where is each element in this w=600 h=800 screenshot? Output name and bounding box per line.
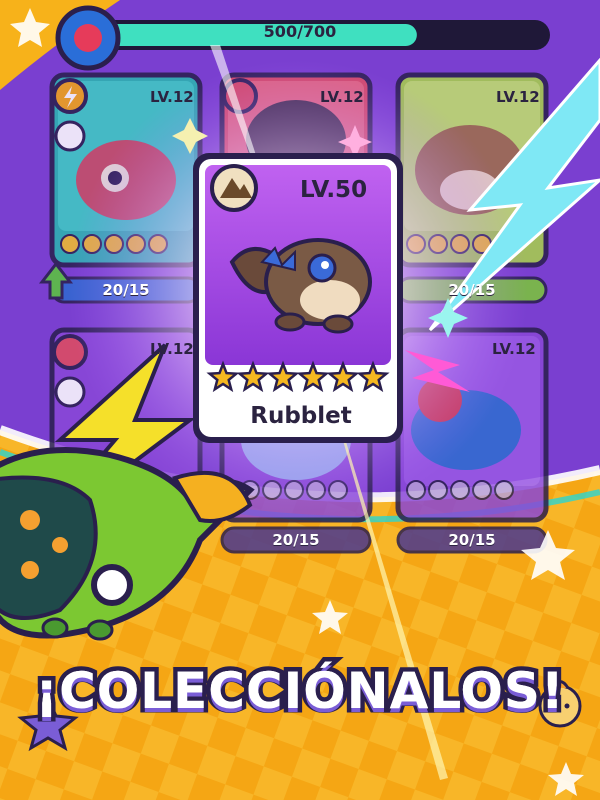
card-3-level: LV.12 [496, 88, 540, 106]
featured-card [193, 153, 403, 443]
banner-title: ¡COLECCIÓNALOS! [35, 662, 565, 720]
xp-bar-value: 500/700 [263, 22, 337, 41]
card-4-level: LV.12 [150, 340, 194, 358]
card-1-progress: 20/15 [102, 281, 150, 299]
featured-level: LV.50 [300, 177, 368, 203]
featured-name: Rubblet [250, 403, 352, 429]
card-6-progress: 20/15 [448, 531, 496, 549]
card-3-progress: 20/15 [448, 281, 496, 299]
card-6-level: LV.12 [492, 340, 536, 358]
upgrade-arrow-icon [54, 120, 86, 152]
card-5-progress: 20/15 [272, 531, 320, 549]
card-2-level: LV.12 [320, 88, 364, 106]
card-1-level: LV.12 [150, 88, 194, 106]
